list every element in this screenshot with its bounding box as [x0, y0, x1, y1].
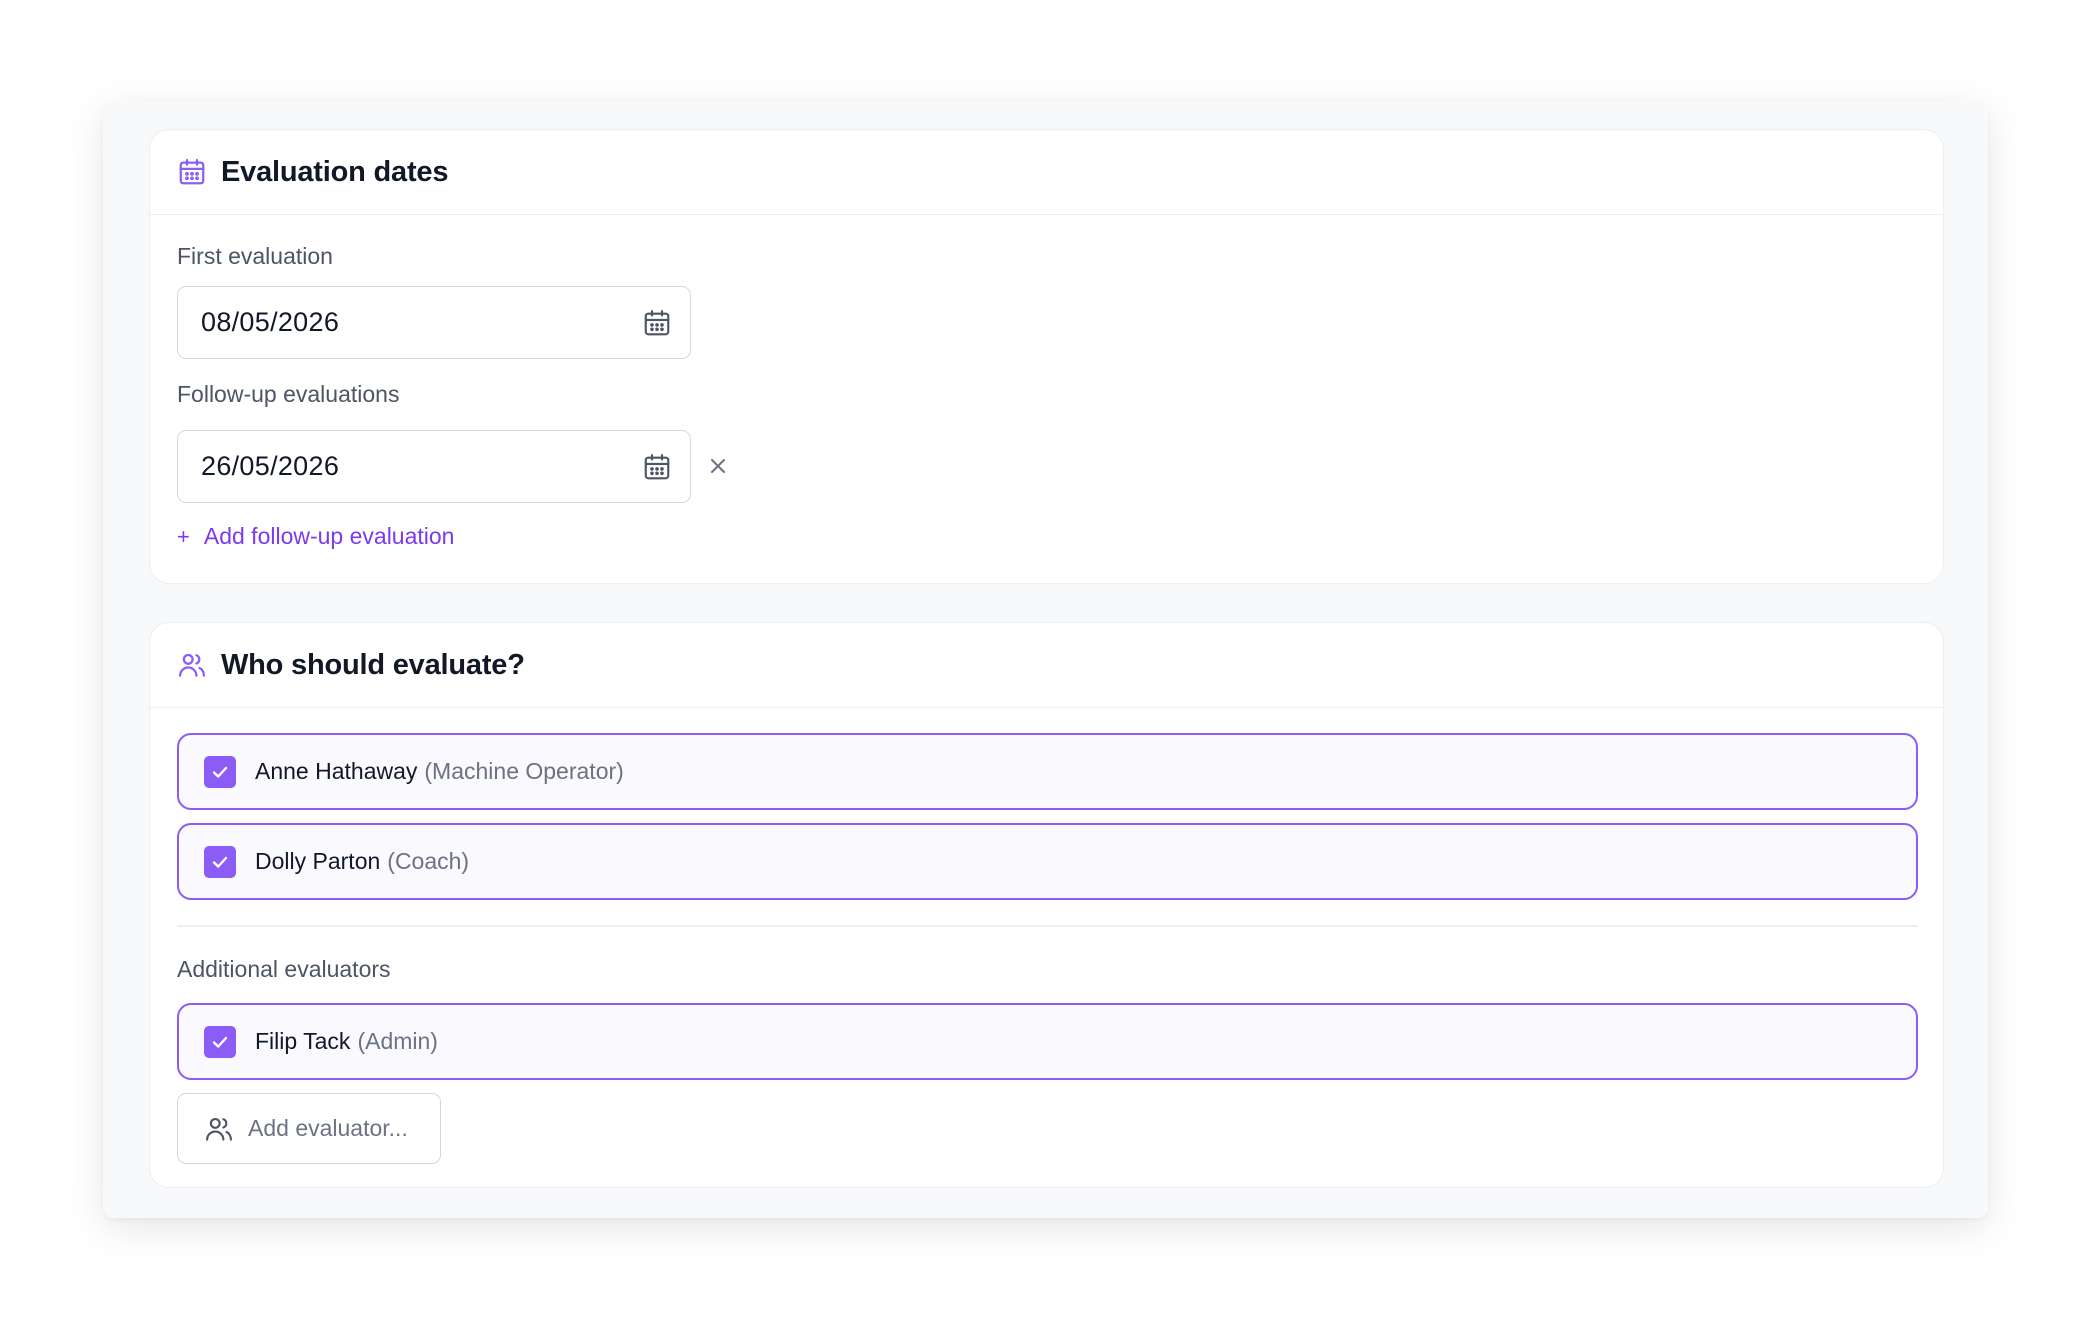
- evaluator-option[interactable]: Dolly Parton (Coach): [177, 823, 1918, 900]
- calendar-icon[interactable]: [642, 452, 672, 482]
- remove-date-icon[interactable]: [703, 451, 733, 481]
- date-value: 08/05/2026: [201, 307, 340, 337]
- evaluator-name: Dolly Parton: [255, 848, 381, 874]
- evaluator-name: Filip Tack: [255, 1028, 351, 1054]
- add-evaluator-label: Add evaluator...: [248, 1115, 408, 1141]
- evaluator-role: (Admin): [357, 1028, 438, 1054]
- users-icon: [177, 650, 207, 680]
- divider: [177, 925, 1918, 927]
- follow-up-evaluations-label: Follow-up evaluations: [177, 381, 400, 407]
- checkbox-checked[interactable]: [204, 755, 236, 788]
- section-title: Who should evaluate?: [221, 648, 525, 681]
- checkbox-checked[interactable]: [204, 845, 236, 878]
- checkbox-checked[interactable]: [204, 1025, 236, 1058]
- evaluator-option[interactable]: Anne Hathaway (Machine Operator): [177, 733, 1918, 810]
- evaluator-role: (Coach): [387, 848, 470, 874]
- date-value: 26/05/2026: [201, 451, 340, 481]
- first-evaluation-label: First evaluation: [177, 243, 333, 269]
- calendar-icon: [177, 157, 207, 187]
- evaluator-name: Anne Hathaway: [255, 758, 418, 784]
- section-title: Evaluation dates: [221, 155, 449, 188]
- add-follow-up-evaluation-button[interactable]: + Add follow-up evaluation: [177, 523, 454, 550]
- add-evaluator-button[interactable]: Add evaluator...: [177, 1093, 441, 1164]
- form-panel: Evaluation dates First evaluation 08/05/…: [103, 101, 1988, 1218]
- evaluator-role: (Machine Operator): [424, 758, 624, 784]
- evaluation-dates-header: Evaluation dates: [150, 130, 1943, 215]
- additional-evaluators-label: Additional evaluators: [177, 956, 391, 982]
- evaluator-option[interactable]: Filip Tack (Admin): [177, 1003, 1918, 1080]
- users-icon: [204, 1114, 234, 1144]
- calendar-icon[interactable]: [642, 308, 672, 338]
- plus-icon: +: [177, 523, 190, 549]
- follow-up-date-input[interactable]: 26/05/2026: [177, 430, 691, 503]
- add-follow-up-label: Add follow-up evaluation: [203, 523, 455, 549]
- first-evaluation-date-input[interactable]: 08/05/2026: [177, 286, 691, 359]
- evaluators-card: Who should evaluate? Anne Hathaway (Mach…: [149, 622, 1944, 1188]
- evaluators-header: Who should evaluate?: [150, 623, 1943, 708]
- evaluation-dates-card: Evaluation dates First evaluation 08/05/…: [149, 129, 1944, 584]
